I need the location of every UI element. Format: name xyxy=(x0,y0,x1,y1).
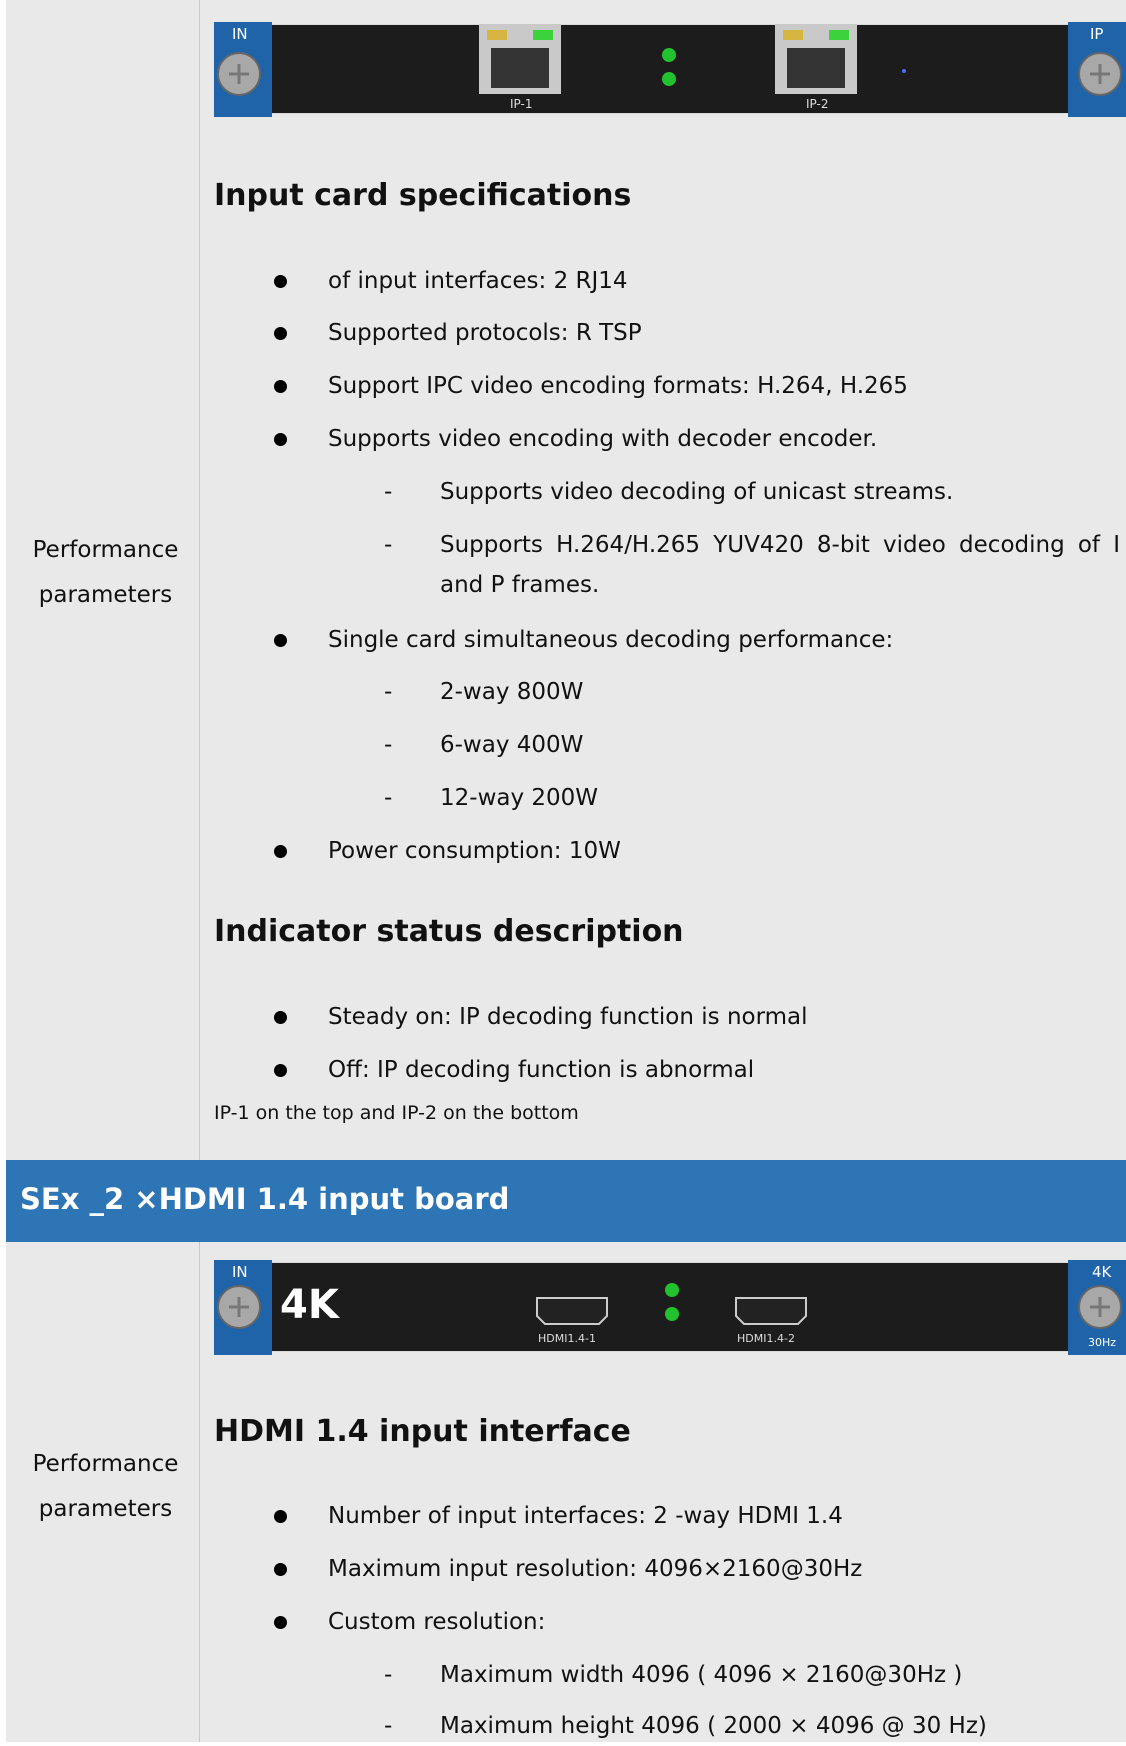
card-in-tag: IN xyxy=(232,25,248,43)
card-30hz-tag: 30Hz xyxy=(1088,1336,1116,1349)
heading-input-card-specs: Input card specifications xyxy=(214,178,632,213)
row-label: Performance parameters xyxy=(32,1451,179,1522)
indicator-note: IP-1 on the top and IP-2 on the bottom xyxy=(214,1102,579,1124)
ip-input-card-image: IN IP IP-1 IP-2 xyxy=(214,22,1126,117)
heading-indicator-status: Indicator status description xyxy=(214,914,684,949)
port-label-ip2: IP-2 xyxy=(806,97,828,111)
section-title: SEx _2 ×HDMI 1.4 input board xyxy=(20,1182,510,1216)
card-4k-logo: 4K xyxy=(280,1282,341,1328)
port-label-ip1: IP-1 xyxy=(510,97,532,111)
section-header-bar: SEx _2 ×HDMI 1.4 input board xyxy=(6,1160,1126,1242)
heading-hdmi-interface: HDMI 1.4 input interface xyxy=(214,1414,631,1449)
card-in-tag: IN xyxy=(232,1263,248,1281)
card-4k-tag: 4K xyxy=(1092,1263,1113,1281)
row-label: Performance parameters xyxy=(32,537,179,608)
port-label-hdmi1: HDMI1.4-1 xyxy=(538,1332,596,1345)
hdmi-input-card-image: IN 4K 30Hz 4K HDMI1.4-1 HDMI1.4-2 xyxy=(214,1260,1126,1355)
port-label-hdmi2: HDMI1.4-2 xyxy=(737,1332,795,1345)
card-ip-tag: IP xyxy=(1090,25,1103,43)
